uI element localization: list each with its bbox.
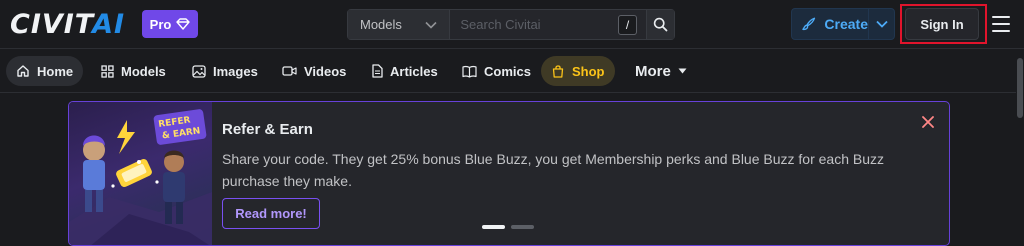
search-category-select[interactable]: Models: [348, 10, 451, 39]
banner-description: Share your code. They get 25% bonus Blue…: [222, 151, 885, 189]
nav-label: Comics: [484, 63, 531, 79]
pro-button[interactable]: Pro: [142, 10, 198, 38]
diamond-icon: [176, 18, 191, 30]
scrollbar-thumb[interactable]: [1017, 58, 1023, 118]
search-bar: Models /: [347, 9, 675, 40]
close-icon[interactable]: [920, 114, 936, 130]
carousel-indicators: [482, 225, 534, 229]
nav-item-home[interactable]: Home: [6, 56, 84, 86]
nav-label: Models: [121, 63, 166, 79]
video-icon: [282, 66, 297, 76]
carousel-dot-active[interactable]: [482, 225, 505, 229]
create-label: Create: [824, 16, 868, 32]
chevron-down-icon: [875, 20, 888, 28]
shopping-bag-icon: [552, 65, 564, 78]
sign-in-button[interactable]: Sign In: [905, 8, 979, 40]
search-icon: [653, 17, 668, 32]
carousel-dot[interactable]: [511, 225, 534, 229]
nav-item-images[interactable]: Images: [182, 56, 268, 86]
logo-main-text: CIVIT: [10, 8, 93, 40]
top-header: CIVITAI Pro Models / Create Sign In: [0, 0, 1024, 49]
chevron-down-icon: [425, 21, 437, 29]
main-nav: Home Models Images Videos Articles Comic…: [0, 50, 1024, 93]
search-input[interactable]: [450, 10, 647, 39]
nav-label: Home: [37, 63, 74, 79]
nav-item-models[interactable]: Models: [91, 56, 176, 86]
create-menu-toggle[interactable]: [868, 9, 894, 39]
nav-label: Videos: [304, 63, 347, 79]
hamburger-menu-icon[interactable]: [991, 14, 1011, 34]
nav-item-videos[interactable]: Videos: [272, 56, 356, 86]
search-shortcut-hint: /: [618, 15, 637, 35]
grid-icon: [101, 64, 114, 78]
nav-item-articles[interactable]: Articles: [361, 56, 448, 86]
nav-label: Articles: [390, 63, 438, 79]
caret-down-icon: [678, 68, 687, 74]
refer-earn-illustration: REFER & EARN: [69, 102, 212, 245]
civitai-logo[interactable]: CIVITAI: [10, 8, 126, 40]
file-text-icon: [372, 64, 383, 78]
photo-icon: [192, 64, 206, 78]
brush-icon: [802, 17, 816, 31]
nav-label: Images: [213, 63, 258, 79]
home-icon: [17, 65, 29, 77]
nav-label: Shop: [572, 63, 605, 79]
pro-label: Pro: [149, 16, 172, 32]
search-category-value: Models: [360, 17, 402, 32]
logo-ai-text: AI: [92, 8, 126, 40]
book-icon: [462, 65, 477, 78]
nav-item-shop[interactable]: Shop: [541, 56, 615, 86]
create-button[interactable]: Create: [791, 8, 895, 40]
read-more-button[interactable]: Read more!: [222, 198, 320, 229]
nav-item-comics[interactable]: Comics: [452, 56, 541, 86]
nav-item-more[interactable]: More: [625, 56, 697, 86]
nav-label: More: [635, 62, 671, 80]
banner-title: Refer & Earn: [222, 121, 313, 138]
search-button[interactable]: [646, 10, 674, 39]
